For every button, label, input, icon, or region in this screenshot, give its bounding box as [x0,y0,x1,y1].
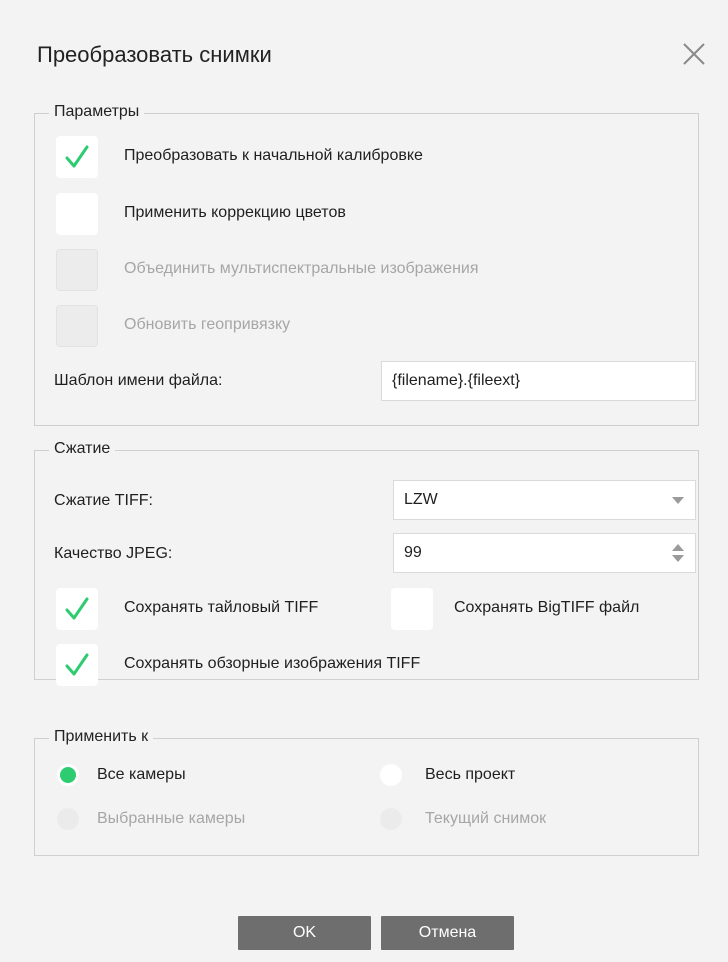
apply-to-legend: Применить к [49,728,154,746]
apply-to-group: Применить к Все камеры Весь проект Выбра… [34,728,699,856]
radio-selected-cameras [57,808,79,830]
color-correction-checkbox[interactable] [56,193,98,235]
filename-template-label: Шаблон имени файла: [54,372,223,389]
ok-button[interactable]: OK [238,916,371,950]
radio-current-image [380,808,402,830]
bigtiff-checkbox[interactable] [391,588,433,630]
calibration-label: Преобразовать к начальной калибровке [124,147,423,164]
overviews-label: Сохранять обзорные изображения TIFF [124,655,421,672]
chevron-down-icon [672,497,684,504]
close-button[interactable] [676,36,712,72]
dialog-title: Преобразовать снимки [37,42,272,67]
radio-all-cameras[interactable] [57,764,79,786]
merge-multispectral-checkbox [56,249,98,291]
cancel-button[interactable]: Отмена [381,916,514,950]
parameters-group: Параметры Преобразовать к начальной кали… [34,103,699,426]
radio-whole-project[interactable] [380,764,402,786]
tiled-tiff-label: Сохранять тайловый TIFF [124,599,319,616]
spin-up-icon[interactable] [672,544,684,552]
tiff-compression-label: Сжатие TIFF: [54,492,153,509]
parameters-legend: Параметры [49,103,145,121]
bigtiff-label: Сохранять BigTIFF файл [454,599,640,616]
compression-legend: Сжатие [49,440,116,458]
spin-down-icon[interactable] [672,555,684,563]
radio-selected-cameras-label: Выбранные камеры [97,810,246,827]
checkmark-icon [65,145,89,168]
close-icon [683,43,705,65]
tiled-tiff-checkbox[interactable] [56,588,98,630]
merge-multispectral-label: Объединить мультиспектральные изображени… [124,260,479,277]
filename-template-value: {filename}.{fileext} [392,372,521,389]
jpeg-quality-spinbox[interactable]: 99 [393,533,696,573]
dialog-titlebar: Преобразовать снимки [0,0,728,100]
update-georef-checkbox [56,305,98,347]
checkmark-icon [65,597,89,620]
update-georef-label: Обновить геопривязку [124,316,291,333]
radio-selected-dot [60,767,76,783]
jpeg-quality-label: Качество JPEG: [54,545,173,562]
radio-all-cameras-label: Все камеры [97,766,186,783]
tiff-compression-value: LZW [404,491,438,508]
color-correction-label: Применить коррекцию цветов [124,204,346,221]
checkmark-icon [65,653,89,676]
radio-whole-project-label: Весь проект [425,766,516,783]
overviews-checkbox[interactable] [56,644,98,686]
compression-group: Сжатие Сжатие TIFF: LZW Качество JPEG: 9… [34,440,699,686]
radio-current-image-label: Текущий снимок [425,810,547,827]
filename-template-input[interactable]: {filename}.{fileext} [381,361,696,401]
calibration-checkbox[interactable] [56,136,98,178]
jpeg-quality-value: 99 [404,544,422,561]
tiff-compression-select[interactable]: LZW [393,480,696,520]
